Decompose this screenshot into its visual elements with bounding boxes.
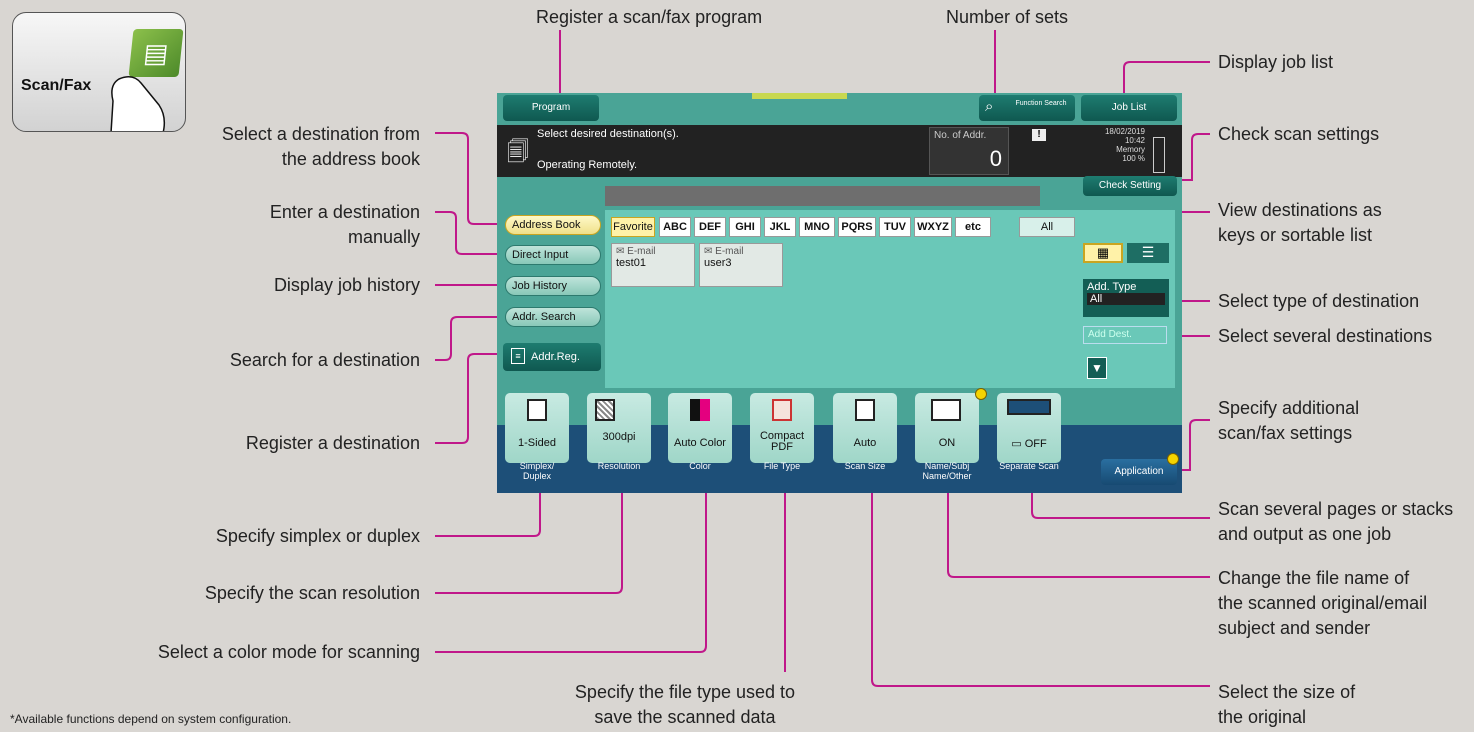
scan-size-button[interactable]: Auto [833,393,897,463]
application-button[interactable]: Application [1101,459,1177,485]
program-button[interactable]: Program [503,95,599,121]
callout-file-type: Specify the file type used to save the s… [574,682,796,727]
grid-icon: ▦ [1096,245,1110,260]
callout-register: Register a destination [245,433,420,453]
tab-pqrs[interactable]: PQRS [838,217,876,237]
tab-etc[interactable]: etc [955,217,991,237]
tab-job-history[interactable]: Job History [505,276,601,296]
destination-key[interactable]: ✉ E-mail user3 [699,243,783,287]
clock: 18/02/2019 10:42 Memory 100 % [1104,127,1145,163]
function-search-button[interactable]: ⌕ Function Search [979,95,1075,121]
control-panel: Program ⌕ Function Search Job List 🗐 Sel… [497,93,1182,493]
list-icon: ☰ [1141,244,1155,260]
callout-program: Register a scan/fax program [536,7,763,27]
key-view-button[interactable]: ▦ [1083,243,1123,263]
callout-name-subj: Change the file name of the scanned orig… [1218,568,1428,638]
address-count: 0 [989,146,1002,171]
memory-gauge [1153,137,1165,173]
email-icon: ✉ [616,246,625,257]
email-icon: ✉ [704,246,713,257]
message-line-1: Select desired destination(s). [537,128,679,140]
name-subject-button[interactable]: ON [915,393,979,463]
callout-direct-input: Enter a destination manually [269,202,420,247]
alert-icon: ! [1032,129,1046,141]
callout-add-type: Select type of destination [1218,291,1420,311]
label-resolution: Resolution [597,461,641,471]
tab-addr-search[interactable]: Addr. Search [505,307,601,327]
label-scan-size: Scan Size [844,461,886,471]
callout-add-dest: Select several destinations [1218,326,1433,346]
label-color: Color [689,461,711,471]
simplex-icon [527,399,547,421]
destination-bar [605,186,1040,206]
page-icon [855,399,875,421]
tab-mno[interactable]: MNO [799,217,835,237]
callout-color: Select a color mode for scanning [157,642,420,662]
callout-separate-scan: Scan several pages or stacks and output … [1218,499,1454,544]
callout-check-setting: Check scan settings [1218,124,1380,144]
check-setting-button[interactable]: Check Setting [1083,176,1177,196]
resolution-button[interactable]: 300dpi [587,393,651,463]
scan-status-icon: 🗐 [507,139,529,164]
address-counter: No. of Addr. 0 [929,127,1009,175]
scroll-down-icon[interactable]: ▼ [1087,357,1107,379]
tab-jkl[interactable]: JKL [764,217,796,237]
label-simplex: Simplex/ Duplex [519,461,555,481]
label-separate-scan: Separate Scan [999,461,1059,471]
pdf-icon [772,399,792,421]
job-list-button[interactable]: Job List [1081,95,1177,121]
tab-tuv[interactable]: TUV [879,217,911,237]
color-icon [690,399,710,421]
callout-view-toggle: View destinations as keys or sortable li… [1218,200,1382,245]
callout-search: Search for a destination [229,350,420,370]
panel-indicator [752,93,847,99]
callout-scan-size: Select the size of the original [1218,682,1356,727]
addr-reg-button[interactable]: ≡ Addr.Reg. [503,343,601,371]
callout-simplex: Specify simplex or duplex [215,526,420,546]
tab-all[interactable]: All [1019,217,1075,237]
file-type-button[interactable]: Compact PDF [750,393,814,463]
callout-address-book: Select a destination from the address bo… [221,124,420,169]
address-register-icon: ≡ [511,348,525,364]
resolution-icon [595,399,615,421]
callout-resolution: Specify the scan resolution [204,583,420,603]
search-icon: ⌕ [985,98,994,115]
mail-name-icon [931,399,961,421]
tab-favorite[interactable]: Favorite [611,217,655,237]
tab-wxyz[interactable]: WXYZ [914,217,952,237]
status-bar: 🗐 Select desired destination(s). Operati… [497,125,1182,177]
tab-def[interactable]: DEF [694,217,726,237]
add-type-value: All [1087,293,1165,305]
callout-application: Specify additional scan/fax settings [1218,398,1360,443]
add-type-select[interactable]: Add. Type All [1083,279,1169,317]
status-dot [975,388,987,400]
label-name-subj: Name/Subj Name/Other [922,461,972,481]
tab-direct-input[interactable]: Direct Input [505,245,601,265]
tab-ghi[interactable]: GHI [729,217,761,237]
separate-scan-button[interactable]: ▭ OFF [997,393,1061,463]
simplex-duplex-button[interactable]: 1-Sided [505,393,569,463]
message-line-2: Operating Remotely. [537,159,638,171]
destination-key[interactable]: ✉ E-mail test01 [611,243,695,287]
footnote: *Available functions depend on system co… [10,712,292,726]
color-button[interactable]: Auto Color [668,393,732,463]
tab-address-book[interactable]: Address Book [505,215,601,235]
label-file-type: File Type [763,461,801,471]
off-icon: ▭ [1011,438,1022,450]
add-dest-button[interactable]: Add Dest. [1083,326,1167,344]
application-status-dot [1167,453,1179,465]
callout-sets: Number of sets [946,7,1069,27]
list-view-button[interactable]: ☰ [1127,243,1169,263]
callout-job-list: Display job list [1218,52,1334,72]
callout-job-history: Display job history [273,275,420,295]
tab-abc[interactable]: ABC [659,217,691,237]
separate-scan-icon [1007,399,1051,415]
